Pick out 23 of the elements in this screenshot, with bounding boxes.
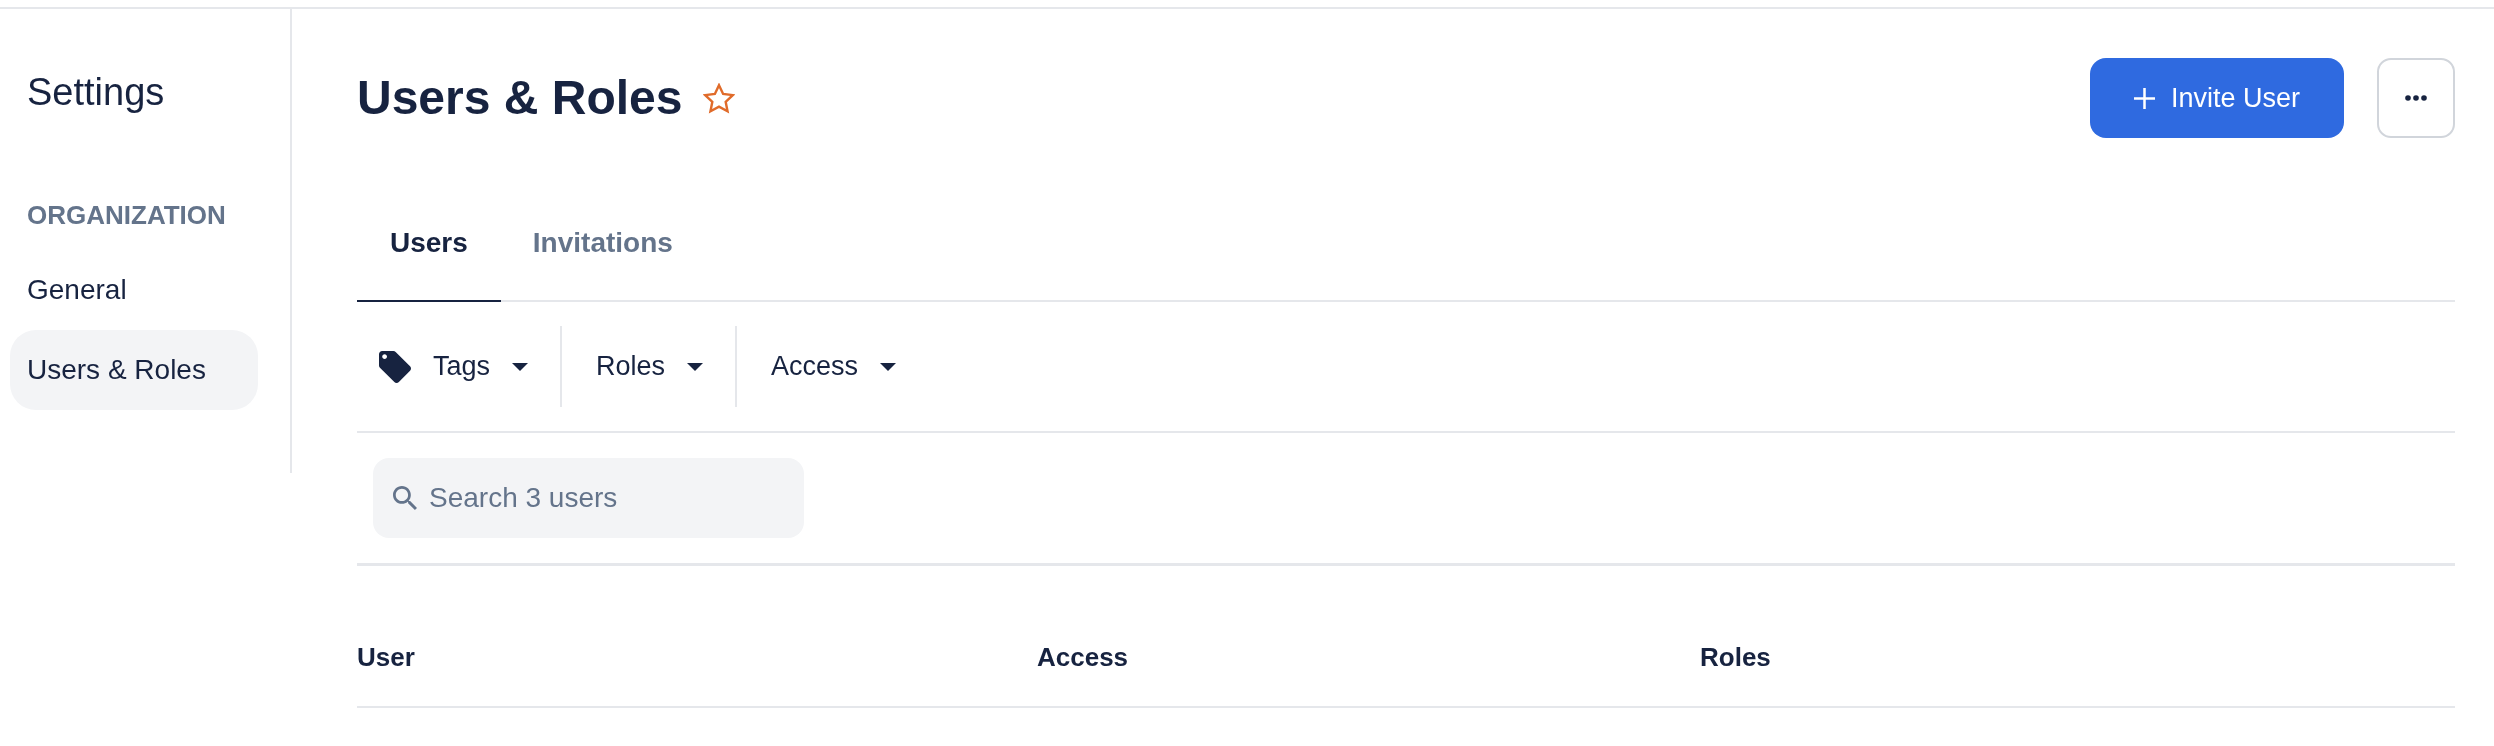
tab[interactable]: Users <box>357 206 501 302</box>
column-header: Access <box>1037 640 1129 674</box>
section-heading: ORGANIZATION <box>26 199 227 231</box>
tag-icon <box>379 350 411 383</box>
ellipsis-icon <box>2405 95 2427 101</box>
search-icon <box>393 486 417 510</box>
star-icon[interactable] <box>703 82 736 114</box>
column-header: User <box>357 640 415 674</box>
tab[interactable]: Invitations <box>500 206 705 302</box>
plus-icon <box>2133 87 2155 109</box>
filter-dropdown[interactable]: Access <box>735 326 929 407</box>
search-field[interactable]: Search 3 users <box>373 458 804 538</box>
page-title: Users & Roles <box>357 70 683 126</box>
caret-icon <box>880 362 897 371</box>
sidebar-item[interactable]: Users & Roles <box>10 330 258 410</box>
filter-dropdown[interactable]: Tags <box>357 326 561 407</box>
sidebar-title: Settings <box>26 70 166 115</box>
caret-icon <box>512 362 529 371</box>
sidebar-item[interactable]: General <box>10 250 258 330</box>
caret-icon <box>687 362 704 371</box>
column-header: Roles <box>1700 640 1771 674</box>
filter-dropdown[interactable]: Roles <box>560 326 736 407</box>
invite-user-button[interactable]: Invite User <box>2090 58 2344 138</box>
